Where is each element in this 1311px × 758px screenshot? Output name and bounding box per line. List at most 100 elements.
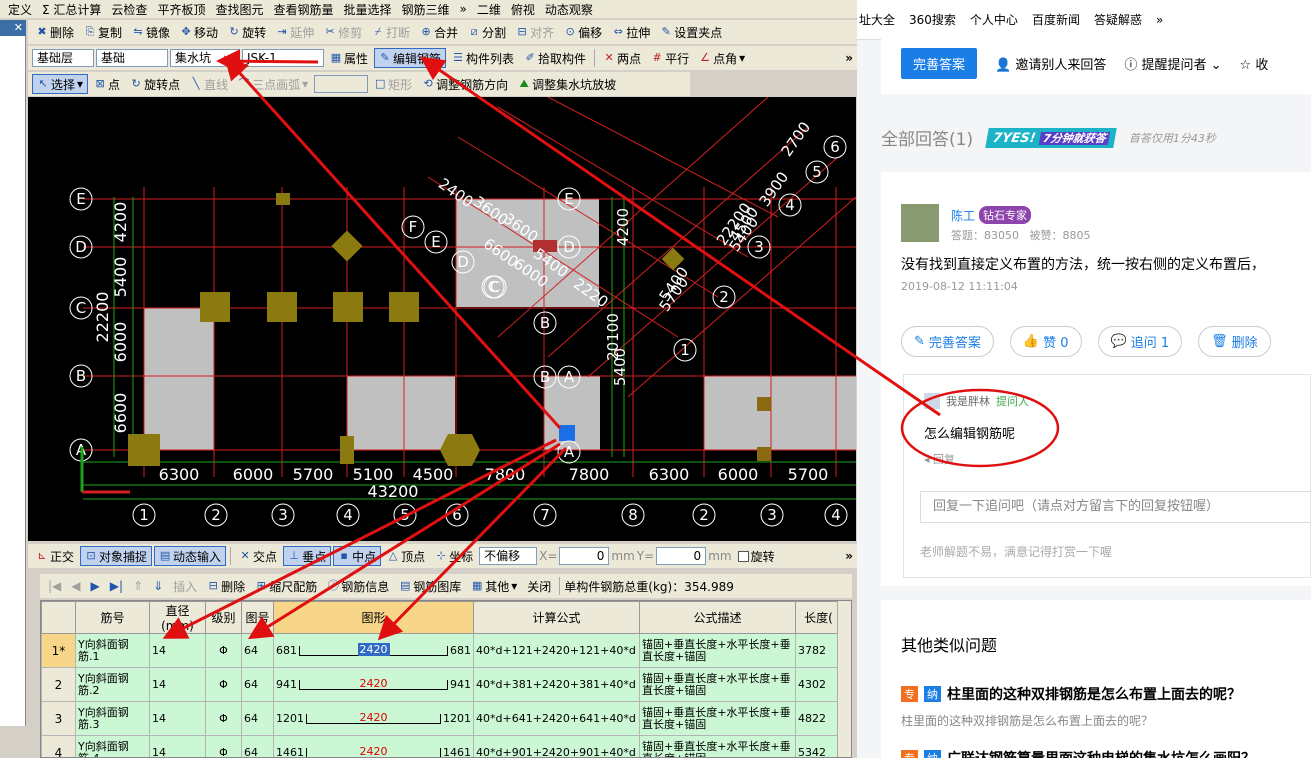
table-row[interactable]: 3 Y向斜面钢筋.3 14 Φ 64 1201 2420 1201 40*d+641+2420+…	[41, 701, 842, 736]
point-button[interactable]: ⊠ 点	[90, 74, 124, 94]
cell-desc[interactable]: 锚固+垂直长度+水平长度+垂直长度+锚固	[639, 735, 796, 757]
menu-item[interactable]: 查看钢筋量	[269, 0, 337, 18]
tool-button[interactable]: ✂ 修剪	[320, 22, 366, 42]
cell-grade[interactable]: Φ	[205, 667, 242, 702]
cell-len[interactable]: 5342	[795, 735, 842, 757]
component-list-button[interactable]: ☰ 构件列表	[448, 48, 518, 68]
menu-item[interactable]: 批量选择	[339, 0, 395, 18]
cell-name[interactable]: Y向斜面钢筋.4	[75, 735, 150, 757]
cell-formula[interactable]: 40*d+901+2420+901+40*d	[473, 735, 640, 757]
other-button[interactable]: ▦ 其他 ▾	[467, 576, 521, 596]
delete-button[interactable]: 🗑 删除	[1198, 326, 1271, 357]
bookmark-item[interactable]: »	[1156, 13, 1163, 27]
first-button[interactable]: |◀	[44, 576, 65, 596]
tool-button[interactable]: ↻ 旋转	[224, 22, 270, 42]
table-scrollbar[interactable]	[837, 601, 851, 757]
improve-answer-button[interactable]: 完善答案	[901, 47, 978, 79]
delete-row-button[interactable]: ⊟ 删除	[203, 576, 249, 596]
intersection-toggle[interactable]: ✕ 交点	[235, 546, 281, 566]
table-row[interactable]: 2 Y向斜面钢筋.2 14 Φ 64 941 2420 941 40*d+381+2420+38…	[41, 667, 842, 702]
column-header[interactable]: 直径(mm)	[149, 601, 206, 634]
adjust-rebar-dir-button[interactable]: ⟲ 调整钢筋方向	[418, 74, 512, 94]
cell-desc[interactable]: 锚固+垂直长度+水平长度+垂直长度+锚固	[639, 701, 796, 736]
cell-formula[interactable]: 40*d+121+2420+121+40*d	[473, 633, 640, 668]
cell-formula[interactable]: 40*d+381+2420+381+40*d	[473, 667, 640, 702]
up-button[interactable]: ⇑	[129, 576, 147, 596]
invite-link[interactable]: 👤 邀请别人来回答	[995, 54, 1106, 73]
tool-button[interactable]: ⇥ 延伸	[272, 22, 318, 42]
line-button[interactable]: ╲ 直线	[186, 74, 232, 94]
cell-len[interactable]: 3782	[795, 633, 842, 668]
tool-button[interactable]: ✥ 移动	[176, 22, 222, 42]
close-grid-button[interactable]: 关闭	[523, 576, 555, 596]
table-row[interactable]: 4 Y向斜面钢筋.4 14 Φ 64 1461 2420 1461 40*d+901+2420+…	[41, 735, 842, 757]
menu-item[interactable]: 二维	[473, 0, 505, 18]
column-header[interactable]: 级别	[205, 601, 242, 634]
tool-button[interactable]: ⊟ 对齐	[512, 22, 558, 42]
last-button[interactable]: ▶|	[106, 576, 127, 596]
collect-link[interactable]: ☆ 收	[1240, 54, 1269, 73]
cell-desc[interactable]: 锚固+垂直长度+水平长度+垂直长度+锚固	[639, 667, 796, 702]
cell-figure[interactable]: 1201 2420 1201	[273, 701, 474, 736]
pick-component-button[interactable]: ✐ 拾取构件	[520, 48, 590, 68]
category-select[interactable]: 基础	[96, 49, 168, 67]
bookmark-item[interactable]: 址大全	[859, 11, 895, 28]
cell-dia[interactable]: 14	[149, 633, 206, 668]
close-icon[interactable]: ✕	[0, 20, 26, 36]
arc-option-select[interactable]	[314, 75, 369, 93]
similar-q2[interactable]: 广联达钢筋算量里面这种电梯的集水坑怎么画阳？	[947, 748, 1255, 758]
x-input[interactable]: 0	[559, 547, 610, 565]
reply-link[interactable]: ◂ 回复	[924, 451, 955, 467]
midpoint-toggle[interactable]: ▪ 中点	[333, 546, 382, 566]
point-angle-button[interactable]: ∠ 点角 ▾	[695, 48, 749, 68]
menu-item[interactable]: 平齐板顶	[153, 0, 209, 18]
perpendicular-toggle[interactable]: ⊥ 垂点	[283, 546, 332, 566]
column-header[interactable]: 图号	[241, 601, 274, 634]
menu-item[interactable]: 定义	[4, 0, 36, 18]
cell-figure[interactable]: 681 2420 681	[273, 633, 474, 668]
two-points-button[interactable]: ✕ 两点	[599, 48, 645, 68]
tool-button[interactable]: ✎ 设置夹点	[656, 22, 726, 42]
cell-len[interactable]: 4302	[795, 667, 842, 702]
cell-figure[interactable]: 941 2420 941	[273, 667, 474, 702]
cell-no[interactable]: 2	[41, 667, 76, 702]
snap-toggle[interactable]: ⊡ 对象捕捉	[80, 546, 153, 566]
tool-button[interactable]: ⧄ 分割	[464, 22, 510, 42]
similar-item[interactable]: 专 纳 广联达钢筋算量里面这种电梯的集水坑怎么画阳？	[901, 748, 1255, 758]
cell-desc[interactable]: 锚固+垂直长度+水平长度+垂直长度+锚固	[639, 633, 796, 668]
drawing-canvas[interactable]: 12345678234EDCBA630060005700510045007800…	[28, 97, 856, 541]
edit-rebar-button[interactable]: ✎ 编辑钢筋	[374, 48, 447, 68]
vertex-toggle[interactable]: △ 顶点	[383, 546, 429, 566]
cell-dia[interactable]: 14	[149, 701, 206, 736]
column-header[interactable]: 计算公式	[473, 601, 640, 634]
cell-no[interactable]: 1*	[41, 633, 76, 668]
remind-link[interactable]: ⓘ 提醒提问者 ⌄	[1124, 54, 1221, 73]
menu-item[interactable]: 云检查	[107, 0, 151, 18]
coord-toggle[interactable]: ⊹ 坐标	[431, 546, 477, 566]
menu-item[interactable]: »	[456, 0, 471, 18]
bookmark-item[interactable]: 百度新闻	[1032, 11, 1080, 28]
cell-formula[interactable]: 40*d+641+2420+641+40*d	[473, 701, 640, 736]
cell-name[interactable]: Y向斜面钢筋.2	[75, 667, 150, 702]
menu-item[interactable]: 钢筋三维	[398, 0, 454, 18]
cell-no[interactable]: 3	[41, 701, 76, 736]
cell-len[interactable]: 4822	[795, 701, 842, 736]
similar-q1[interactable]: 柱里面的这种双排钢筋是怎么布置上面去的呢？	[947, 684, 1241, 704]
column-header[interactable]: 公式描述	[639, 601, 796, 634]
menu-item[interactable]: Σ 汇总计算	[38, 0, 105, 18]
toolbar-more[interactable]: »	[845, 51, 857, 65]
table-row[interactable]: 1* Y向斜面钢筋.1 14 Φ 64 681 2420 681 40*d+121+2420+1…	[41, 633, 842, 668]
cell-dia[interactable]: 14	[149, 735, 206, 757]
cell-grade[interactable]: Φ	[205, 701, 242, 736]
like-button[interactable]: 👍 赞 0	[1009, 326, 1082, 357]
bookmark-item[interactable]: 360搜索	[909, 11, 956, 28]
similar-item[interactable]: 专 纳 柱里面的这种双排钢筋是怎么布置上面去的呢？	[901, 684, 1241, 704]
reply-input[interactable]: 回复一下追问吧（请点对方留言下的回复按钮喔）	[920, 491, 1311, 523]
attr-button[interactable]: ▦ 属性	[326, 48, 372, 68]
layer-select[interactable]: 基础层	[32, 49, 94, 67]
down-button[interactable]: ⇓	[149, 576, 167, 596]
tool-button[interactable]: ⊕ 合并	[416, 22, 462, 42]
tool-button[interactable]: ✖ 删除	[32, 22, 78, 42]
parallel-button[interactable]: # 平行	[647, 48, 693, 68]
y-input[interactable]: 0	[656, 547, 707, 565]
